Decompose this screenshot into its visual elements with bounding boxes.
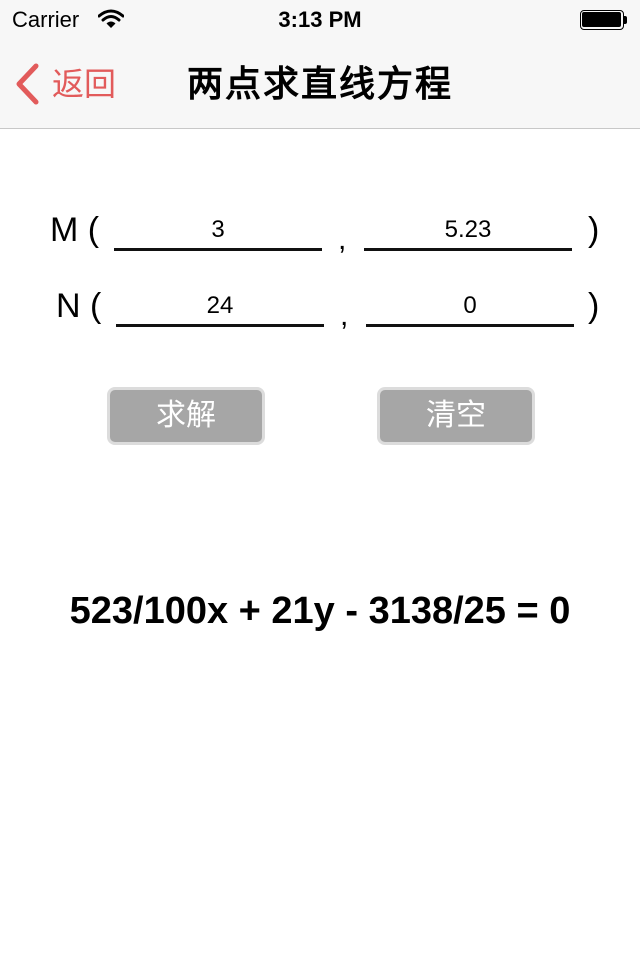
point-n-y-input[interactable]: 0 — [366, 288, 574, 327]
point-n-row: N ( 24 , 0 ) — [0, 282, 640, 342]
point-m-row: M ( 3 , 5.23 ) — [0, 206, 640, 266]
point-m-close-paren: ) — [588, 211, 600, 249]
point-m-x-input[interactable]: 3 — [114, 212, 322, 251]
point-n-label: N ( — [56, 287, 102, 325]
clear-button[interactable]: 清空 — [377, 387, 535, 445]
status-bar: Carrier 3:13 PM — [0, 0, 640, 40]
navigation-bar: 返回 两点求直线方程 — [0, 40, 640, 128]
point-n-close-paren: ) — [588, 287, 600, 325]
top-bar: Carrier 3:13 PM 返回 两点求直线方程 — [0, 0, 640, 129]
solve-button[interactable]: 求解 — [107, 387, 265, 445]
result-equation: 523/100x + 21y - 3138/25 = 0 — [69, 590, 571, 632]
point-m-y-input[interactable]: 5.23 — [364, 212, 572, 251]
point-m-comma: , — [338, 223, 347, 256]
status-time: 3:13 PM — [278, 7, 362, 32]
point-n-comma: , — [340, 299, 349, 332]
page-title: 两点求直线方程 — [186, 63, 453, 104]
battery-icon — [580, 10, 628, 30]
point-n-x-input[interactable]: 24 — [116, 288, 324, 327]
point-m-label: M ( — [50, 211, 100, 249]
